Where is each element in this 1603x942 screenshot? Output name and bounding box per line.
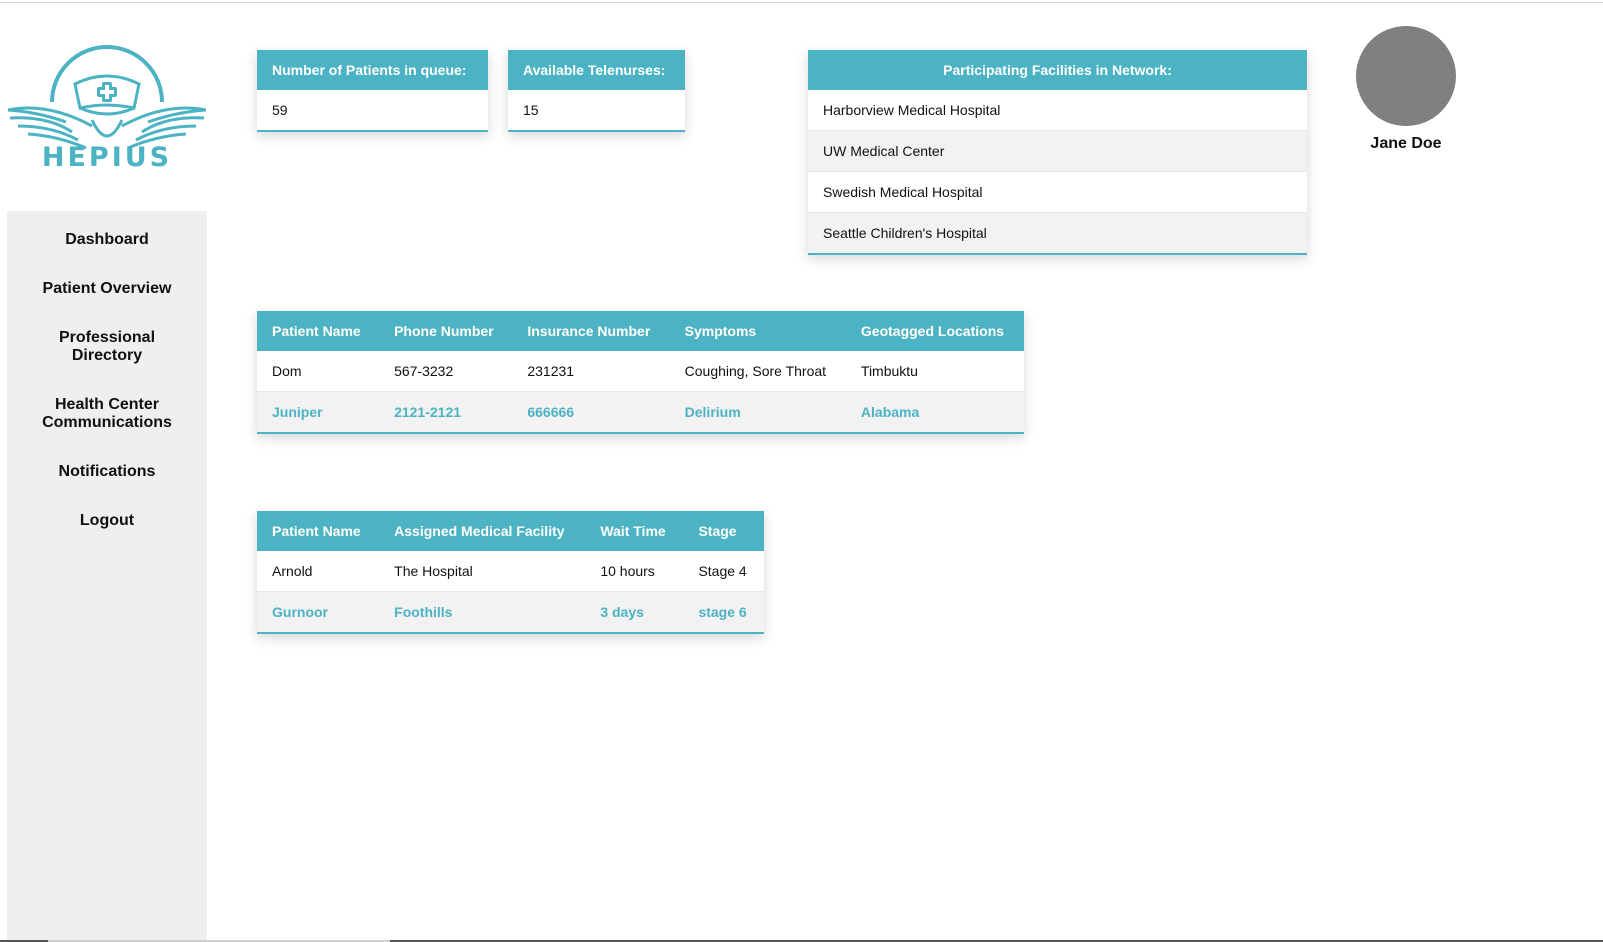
facility-item[interactable]: Seattle Children's Hospital [808, 212, 1307, 253]
sidebar-item-notifications[interactable]: Notifications [7, 463, 207, 481]
queue-card-value: 59 [272, 102, 288, 118]
patients-table-card: Patient Name Phone Number Insurance Numb… [257, 311, 1024, 434]
facilities-title: Participating Facilities in Network: [808, 50, 1307, 90]
sidebar-item-logout[interactable]: Logout [7, 512, 207, 530]
column-header[interactable]: Wait Time [585, 511, 684, 551]
column-header[interactable]: Assigned Medical Facility [379, 511, 586, 551]
table-header-row: Patient Name Phone Number Insurance Numb… [257, 311, 1024, 351]
table-cell: Foothills [379, 591, 586, 632]
telenurses-card-label: Available Telenurses: [508, 50, 685, 90]
column-header[interactable]: Stage [683, 511, 764, 551]
column-header[interactable]: Phone Number [379, 311, 513, 351]
table-cell: Gurnoor [257, 591, 380, 632]
column-header[interactable]: Geotagged Locations [845, 311, 1024, 351]
table-row[interactable]: Gurnoor Foothills 3 days stage 6 [257, 591, 764, 632]
patients-table: Patient Name Phone Number Insurance Numb… [257, 311, 1024, 432]
table-row[interactable]: Dom 567-3232 231231 Coughing, Sore Throa… [257, 351, 1024, 392]
brand-name: HEPIUS [41, 142, 173, 173]
table-cell: 567-3232 [394, 363, 454, 379]
table-cell: 2121-2121 [379, 391, 513, 432]
table-cell: 3 days [585, 591, 684, 632]
top-divider [0, 2, 1603, 3]
table-cell: Juniper [257, 391, 380, 432]
table-cell: The Hospital [394, 563, 473, 579]
table-cell: Arnold [272, 563, 313, 579]
sidebar-item-dashboard[interactable]: Dashboard [7, 231, 207, 249]
queue-card-label: Number of Patients in queue: [257, 50, 488, 90]
telenurses-card: Available Telenurses: 15 [508, 50, 685, 132]
queue-card: Number of Patients in queue: 59 [257, 50, 488, 132]
column-header[interactable]: Insurance Number [512, 311, 670, 351]
table-cell: Alabama [845, 391, 1024, 432]
table-cell: 666666 [512, 391, 670, 432]
facilities-card: Participating Facilities in Network: Har… [808, 50, 1307, 255]
sidebar: Dashboard Patient Overview Professional … [7, 211, 207, 941]
sidebar-item-professional-directory[interactable]: Professional Directory [37, 329, 177, 365]
wait-table-card: Patient Name Assigned Medical Facility W… [257, 511, 764, 634]
sidebar-item-health-center-communications[interactable]: Health Center Communications [27, 396, 187, 432]
table-cell: Stage 4 [698, 563, 747, 579]
table-cell: 10 hours [600, 563, 655, 579]
table-cell: 231231 [527, 363, 575, 379]
facility-item[interactable]: Harborview Medical Hospital [808, 90, 1307, 130]
table-cell: Coughing, Sore Throat [684, 363, 827, 379]
facility-item[interactable]: Swedish Medical Hospital [808, 171, 1307, 212]
table-row[interactable]: Arnold The Hospital 10 hours Stage 4 [257, 551, 764, 592]
column-header[interactable]: Symptoms [669, 311, 846, 351]
avatar[interactable] [1356, 26, 1456, 126]
table-row[interactable]: Juniper 2121-2121 666666 Delirium Alabam… [257, 391, 1024, 432]
facility-item[interactable]: UW Medical Center [808, 130, 1307, 171]
hepius-logo: HEPIUS [7, 40, 207, 180]
telenurses-card-value: 15 [523, 102, 539, 118]
sidebar-item-patient-overview[interactable]: Patient Overview [7, 280, 207, 298]
table-cell: Dom [272, 363, 302, 379]
column-header[interactable]: Patient Name [257, 511, 380, 551]
table-cell: Delirium [669, 391, 846, 432]
column-header[interactable]: Patient Name [257, 311, 380, 351]
table-header-row: Patient Name Assigned Medical Facility W… [257, 511, 764, 551]
user-name: Jane Doe [1370, 135, 1442, 152]
table-cell: stage 6 [683, 591, 764, 632]
table-cell: Timbuktu [860, 363, 918, 379]
wait-table: Patient Name Assigned Medical Facility W… [257, 511, 764, 632]
